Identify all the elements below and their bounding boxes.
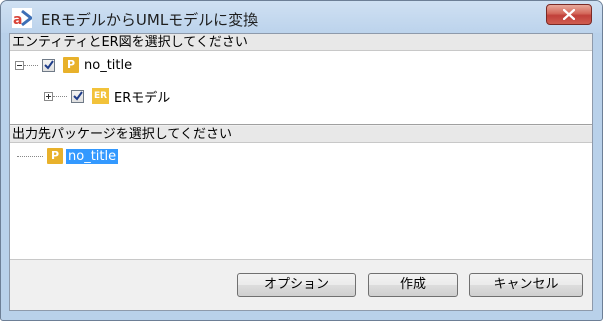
- entity-section-header: エンティティとER図を選択してください: [10, 34, 592, 51]
- app-icon: a: [12, 8, 32, 28]
- destination-tree[interactable]: P no_title: [10, 143, 592, 260]
- package-icon: P: [63, 57, 79, 73]
- collapse-icon[interactable]: [15, 60, 24, 70]
- close-icon: [563, 9, 575, 20]
- close-button[interactable]: [546, 4, 592, 25]
- destination-node-label: no_title: [66, 148, 119, 164]
- checkmark-icon: [44, 59, 54, 70]
- tree-node-child[interactable]: ER ERモデル: [44, 86, 170, 106]
- tree-node-root[interactable]: P no_title: [15, 55, 132, 75]
- options-button[interactable]: オプション: [237, 273, 356, 297]
- child-checkbox[interactable]: [71, 89, 84, 103]
- destination-section-header: 出力先パッケージを選択してください: [10, 126, 592, 143]
- dialog-window: a ERモデルからUMLモデルに変換 エンティティとER図を選択してください P: [0, 0, 603, 321]
- root-checkbox[interactable]: [42, 58, 55, 72]
- create-button[interactable]: 作成: [368, 273, 458, 297]
- package-icon: P: [47, 148, 63, 164]
- child-node-label: ERモデル: [114, 90, 171, 106]
- cancel-button[interactable]: キャンセル: [469, 273, 583, 297]
- expand-icon[interactable]: [44, 91, 53, 101]
- button-bar: オプション 作成 キャンセル: [10, 260, 592, 310]
- svg-text:a: a: [13, 12, 22, 28]
- er-model-icon: ER: [92, 88, 109, 104]
- checkmark-icon: [73, 90, 83, 101]
- entity-tree[interactable]: P no_title ER ERモデル: [10, 51, 592, 125]
- dialog-body: エンティティとER図を選択してください P no_title ER ERモデル …: [9, 33, 593, 311]
- title-bar[interactable]: a ERモデルからUMLモデルに変換: [1, 1, 602, 33]
- window-title: ERモデルからUMLモデルに変換: [41, 11, 259, 29]
- tree-node-destination[interactable]: P no_title: [17, 146, 119, 166]
- root-node-label: no_title: [84, 57, 133, 73]
